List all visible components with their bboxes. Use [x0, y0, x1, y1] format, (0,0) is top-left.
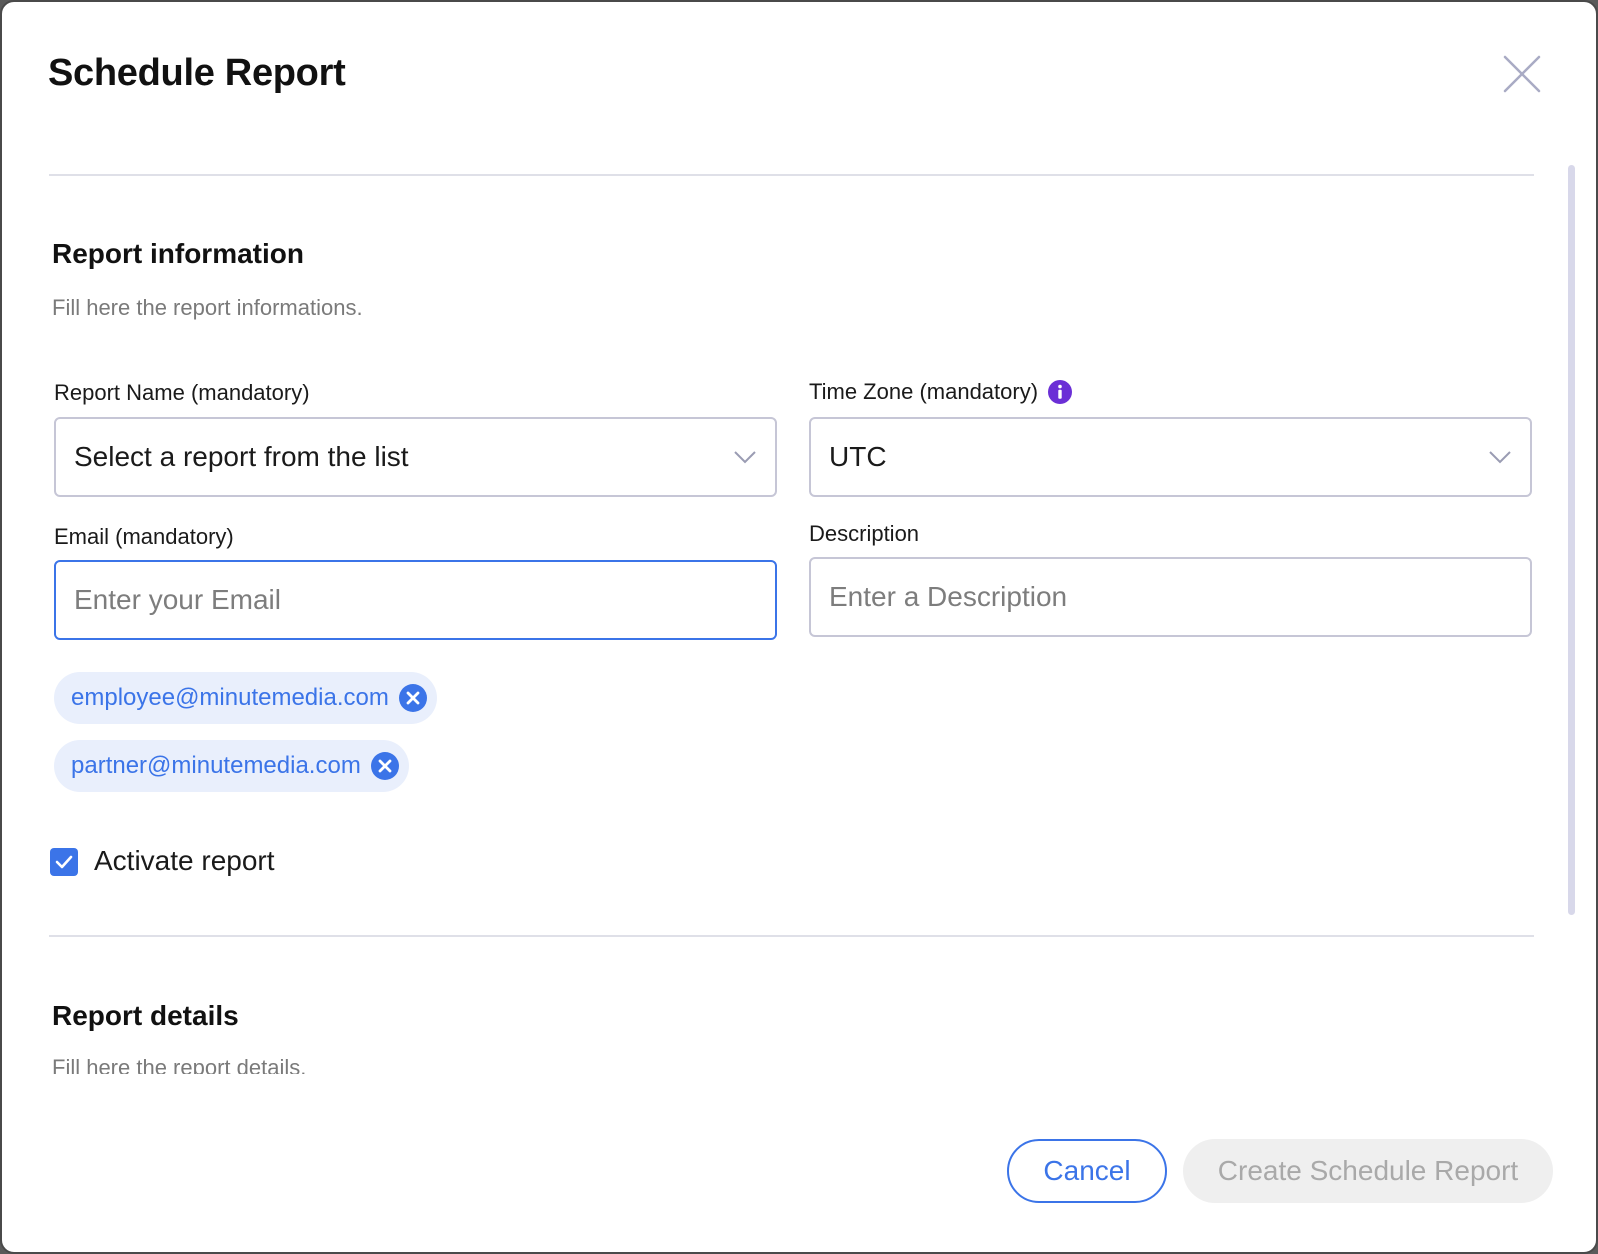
report-name-value: Select a report from the list [74, 441, 409, 472]
email-chip: employee@minutemedia.com [54, 672, 437, 724]
close-button[interactable] [1502, 54, 1542, 94]
email-field[interactable] [74, 584, 757, 616]
section-title-report-details: Report details [52, 1000, 239, 1031]
section-title-report-information: Report information [52, 238, 304, 269]
checkmark-icon [55, 855, 73, 869]
remove-circle-icon[interactable] [398, 684, 427, 712]
chevron-down-icon [1489, 451, 1511, 464]
email-chip: partner@minutemedia.com [54, 740, 409, 792]
email-chip-text: partner@minutemedia.com [71, 752, 361, 779]
section-divider [49, 935, 1534, 937]
section-subtitle-report-information: Fill here the report informations. [52, 295, 363, 320]
activate-report-label[interactable]: Activate report [94, 845, 275, 877]
report-name-select[interactable]: Select a report from the list [54, 417, 777, 497]
description-field-wrapper [809, 557, 1532, 637]
create-schedule-report-button[interactable]: Create Schedule Report [1183, 1139, 1553, 1203]
time-zone-value: UTC [829, 441, 887, 472]
time-zone-select[interactable]: UTC [809, 417, 1532, 497]
report-name-label: Report Name (mandatory) [54, 380, 310, 406]
email-label-text: Email (mandatory) [54, 524, 234, 549]
email-label: Email (mandatory) [54, 524, 234, 550]
email-field-wrapper [54, 560, 777, 640]
schedule-report-dialog: Schedule Report Report information Fill … [0, 0, 1598, 1254]
remove-circle-icon[interactable] [370, 752, 399, 780]
email-chip-text: employee@minutemedia.com [71, 684, 389, 711]
time-zone-label-text: Time Zone (mandatory) [809, 379, 1039, 404]
dialog-title: Schedule Report [48, 52, 346, 94]
description-field[interactable] [829, 581, 1512, 613]
cancel-button[interactable]: Cancel [1007, 1139, 1167, 1203]
activate-report-checkbox[interactable] [50, 848, 78, 876]
info-icon[interactable] [1048, 380, 1073, 404]
close-icon [1503, 55, 1541, 93]
header-divider [49, 174, 1534, 176]
scroll-clip [2, 1074, 1562, 1096]
report-name-label-text: Report Name (mandatory) [54, 380, 310, 405]
description-label-text: Description [809, 521, 920, 546]
time-zone-label: Time Zone (mandatory) [809, 379, 1073, 405]
description-label: Description [809, 521, 919, 547]
scrollbar[interactable] [1568, 165, 1575, 915]
chevron-down-icon [734, 451, 756, 464]
